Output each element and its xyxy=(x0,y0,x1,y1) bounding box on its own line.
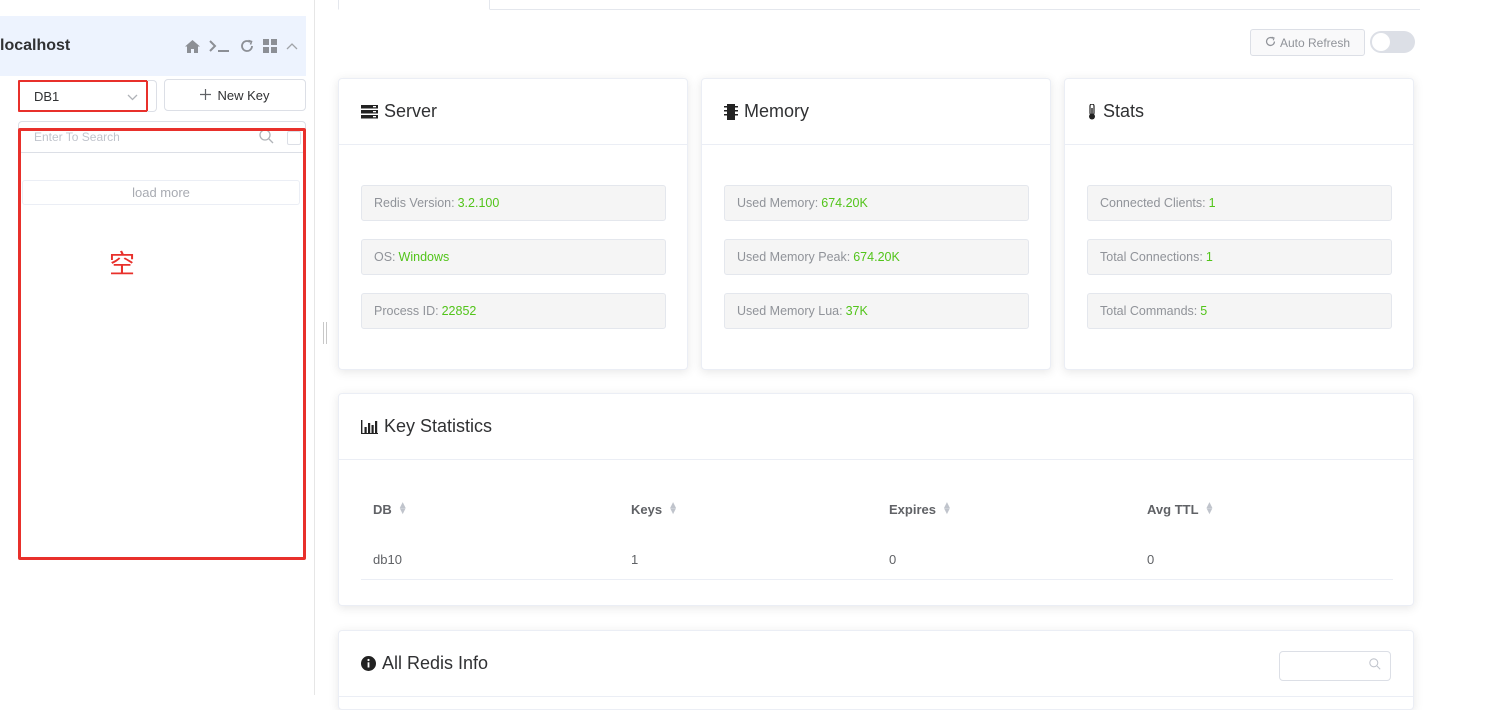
info-label: OS: xyxy=(374,250,396,264)
column-label: Avg TTL xyxy=(1147,501,1199,517)
info-search-input[interactable] xyxy=(1279,651,1391,681)
info-value: 1 xyxy=(1205,250,1213,264)
new-key-label: New Key xyxy=(217,87,270,103)
auto-refresh-toggle[interactable] xyxy=(1370,31,1415,53)
plus-icon xyxy=(200,88,212,103)
table-cell: db10 xyxy=(373,552,402,567)
all-redis-info-header: All Redis Info xyxy=(339,631,1413,697)
search-icon xyxy=(1369,658,1381,673)
connection-name: localhost xyxy=(0,37,71,54)
table-row: db10 1 0 0 xyxy=(361,540,1393,580)
thermometer-icon xyxy=(1087,103,1097,120)
info-label: Total Commands: xyxy=(1100,304,1198,318)
column-label: Expires xyxy=(889,501,936,517)
select-border xyxy=(147,80,157,112)
memory-card: Memory Used Memory: 674.20K Used Memory P… xyxy=(701,78,1051,370)
db-select[interactable]: DB1 xyxy=(18,80,157,112)
info-label: Used Memory Peak: xyxy=(737,250,851,264)
table-cell: 1 xyxy=(631,552,639,567)
info-label: Process ID: xyxy=(374,304,439,318)
table-header: DB ▲ ▼ Keys ▲ ▼ Expires ▲ ▼ Avg TTL ▲ ▼ xyxy=(361,484,1393,534)
key-statistics-title: Key Statistics xyxy=(384,416,493,436)
info-label: Connected Clients: xyxy=(1100,196,1206,210)
info-row: Total Connections: 1 xyxy=(1087,239,1392,275)
auto-refresh-button[interactable]: Auto Refresh xyxy=(1250,29,1365,56)
column-header-expires[interactable]: Expires ▲ ▼ xyxy=(877,501,1135,517)
server-card: Server Redis Version: 3.2.100 OS: Windows … xyxy=(338,78,688,370)
all-redis-info-card: All Redis Info xyxy=(338,630,1414,710)
info-label: Used Memory: xyxy=(737,196,819,210)
stats-card-title: Stats xyxy=(1103,101,1145,121)
column-label: Keys xyxy=(631,501,663,517)
memory-chip-icon xyxy=(724,103,738,120)
info-label: Redis Version: xyxy=(374,196,455,210)
sidebar: localhost DB1 New Key Enter To Search lo… xyxy=(0,0,315,695)
table-cell: 0 xyxy=(1147,552,1155,567)
info-value: 674.20K xyxy=(853,250,900,264)
exact-search-checkbox[interactable] xyxy=(287,131,301,145)
info-value: Windows xyxy=(398,250,450,264)
stats-card: Stats Connected Clients: 1 Total Connecti… xyxy=(1064,78,1414,370)
info-row: Used Memory Peak: 674.20K xyxy=(724,239,1029,275)
grid-icon[interactable] xyxy=(263,39,277,53)
sort-icon[interactable]: ▲ ▼ xyxy=(668,501,678,517)
auto-refresh-label: Auto Refresh xyxy=(1279,35,1351,50)
search-icon[interactable] xyxy=(259,129,274,147)
db-select-value: DB1 xyxy=(34,88,60,104)
column-header-keys[interactable]: Keys ▲ ▼ xyxy=(619,501,877,517)
chevron-up-icon[interactable] xyxy=(286,42,298,50)
sort-icon[interactable]: ▲ ▼ xyxy=(1205,501,1215,517)
info-value: 674.20K xyxy=(821,196,868,210)
info-row: Redis Version: 3.2.100 xyxy=(361,185,666,221)
info-row: Total Commands: 5 xyxy=(1087,293,1392,329)
info-value: 1 xyxy=(1208,196,1216,210)
server-card-header: Server xyxy=(339,79,687,145)
home-icon[interactable] xyxy=(185,39,200,53)
info-value: 37K xyxy=(845,304,868,318)
server-card-title: Server xyxy=(384,101,438,121)
column-label: DB xyxy=(373,501,392,517)
info-row: Used Memory Lua: 37K xyxy=(724,293,1029,329)
connection-header[interactable]: localhost xyxy=(0,16,306,76)
info-value: 22852 xyxy=(441,304,477,318)
info-circle-icon xyxy=(361,656,376,671)
new-key-button[interactable]: New Key xyxy=(164,79,306,111)
server-icon xyxy=(361,104,378,119)
refresh-icon[interactable] xyxy=(240,39,254,53)
load-more-button[interactable]: load more xyxy=(22,180,300,205)
chevron-down-icon xyxy=(127,89,138,104)
memory-card-header: Memory xyxy=(702,79,1050,145)
column-header-db[interactable]: DB ▲ ▼ xyxy=(361,501,619,517)
info-label: Total Connections: xyxy=(1100,250,1203,264)
info-label: Used Memory Lua: xyxy=(737,304,843,318)
all-redis-info-title: All Redis Info xyxy=(382,653,489,673)
tab-active[interactable] xyxy=(338,0,490,10)
connection-toolbar xyxy=(185,39,298,53)
table-cell: 0 xyxy=(889,552,897,567)
memory-card-title: Memory xyxy=(744,101,810,121)
key-statistics-header: Key Statistics xyxy=(339,394,1413,460)
empty-annotation: 空 xyxy=(109,250,136,280)
info-row: Connected Clients: 1 xyxy=(1087,185,1392,221)
refresh-icon xyxy=(1265,36,1276,50)
key-statistics-table: DB ▲ ▼ Keys ▲ ▼ Expires ▲ ▼ Avg TTL ▲ ▼ db10… xyxy=(361,484,1393,580)
bar-chart-icon xyxy=(361,419,378,434)
resize-handle[interactable] xyxy=(323,322,327,344)
info-value: 5 xyxy=(1200,304,1208,318)
terminal-icon[interactable] xyxy=(209,40,231,52)
column-header-avg-ttl[interactable]: Avg TTL ▲ ▼ xyxy=(1135,501,1393,517)
sort-icon[interactable]: ▲ ▼ xyxy=(398,501,408,517)
info-value: 3.2.100 xyxy=(457,196,500,210)
key-statistics-card: Key Statistics DB ▲ ▼ Keys ▲ ▼ Expires ▲ ▼ … xyxy=(338,393,1414,606)
stats-card-header: Stats xyxy=(1065,79,1413,145)
search-input[interactable] xyxy=(34,130,254,144)
key-search xyxy=(18,121,306,153)
info-row: Used Memory: 674.20K xyxy=(724,185,1029,221)
info-row: OS: Windows xyxy=(361,239,666,275)
info-row: Process ID: 22852 xyxy=(361,293,666,329)
tab-bar xyxy=(338,0,1420,10)
sort-icon[interactable]: ▲ ▼ xyxy=(942,501,952,517)
